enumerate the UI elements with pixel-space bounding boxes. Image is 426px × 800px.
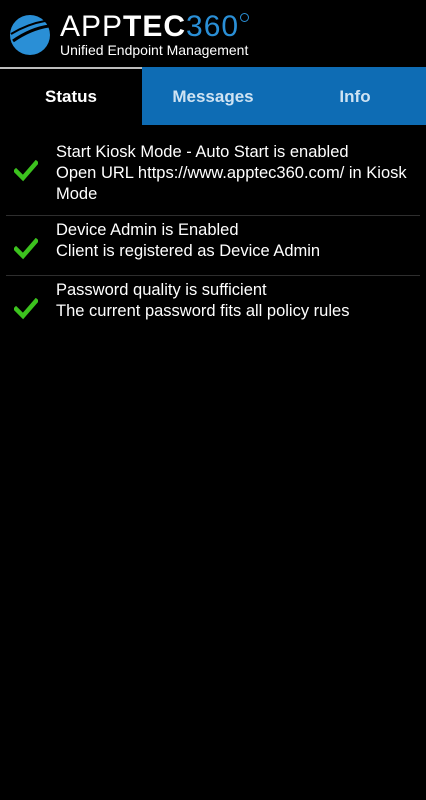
tagline: Unified Endpoint Management (60, 42, 249, 58)
item-text: Start Kiosk Mode - Auto Start is enabled… (56, 142, 420, 205)
item-detail: The current password fits all policy rul… (56, 302, 350, 320)
item-title: Device Admin is Enabled (56, 221, 239, 239)
checkmark-icon (6, 280, 56, 325)
tab-info[interactable]: Info (284, 67, 426, 125)
item-detail: Client is registered as Device Admin (56, 242, 321, 260)
checkmark-icon (6, 142, 56, 187)
tab-bar: Status Messages Info (0, 67, 426, 125)
brand-name: APPTEC360 (60, 10, 250, 43)
list-item: Start Kiosk Mode - Auto Start is enabled… (6, 138, 420, 216)
brand-bold: TEC (123, 10, 187, 43)
apptec-logo-icon (10, 15, 50, 55)
brand-suffix: 360 (186, 10, 240, 43)
status-list: Start Kiosk Mode - Auto Start is enabled… (6, 138, 420, 335)
brand-prefix: APP (60, 10, 124, 43)
item-text: Password quality is sufficient The curre… (56, 280, 420, 322)
item-title: Password quality is sufficient (56, 281, 267, 299)
checkmark-icon (6, 220, 56, 265)
tab-messages[interactable]: Messages (142, 67, 284, 125)
list-item: Password quality is sufficient The curre… (6, 276, 420, 335)
tab-status[interactable]: Status (0, 67, 142, 125)
list-item: Device Admin is Enabled Client is regist… (6, 216, 420, 276)
app-header: APPTEC360 Unified Endpoint Management (0, 0, 426, 66)
item-title: Start Kiosk Mode - Auto Start is enabled (56, 143, 349, 161)
item-detail: Open URL https://www.apptec360.com/ in K… (56, 164, 407, 203)
item-text: Device Admin is Enabled Client is regist… (56, 220, 420, 262)
registered-ring-icon (240, 13, 250, 22)
